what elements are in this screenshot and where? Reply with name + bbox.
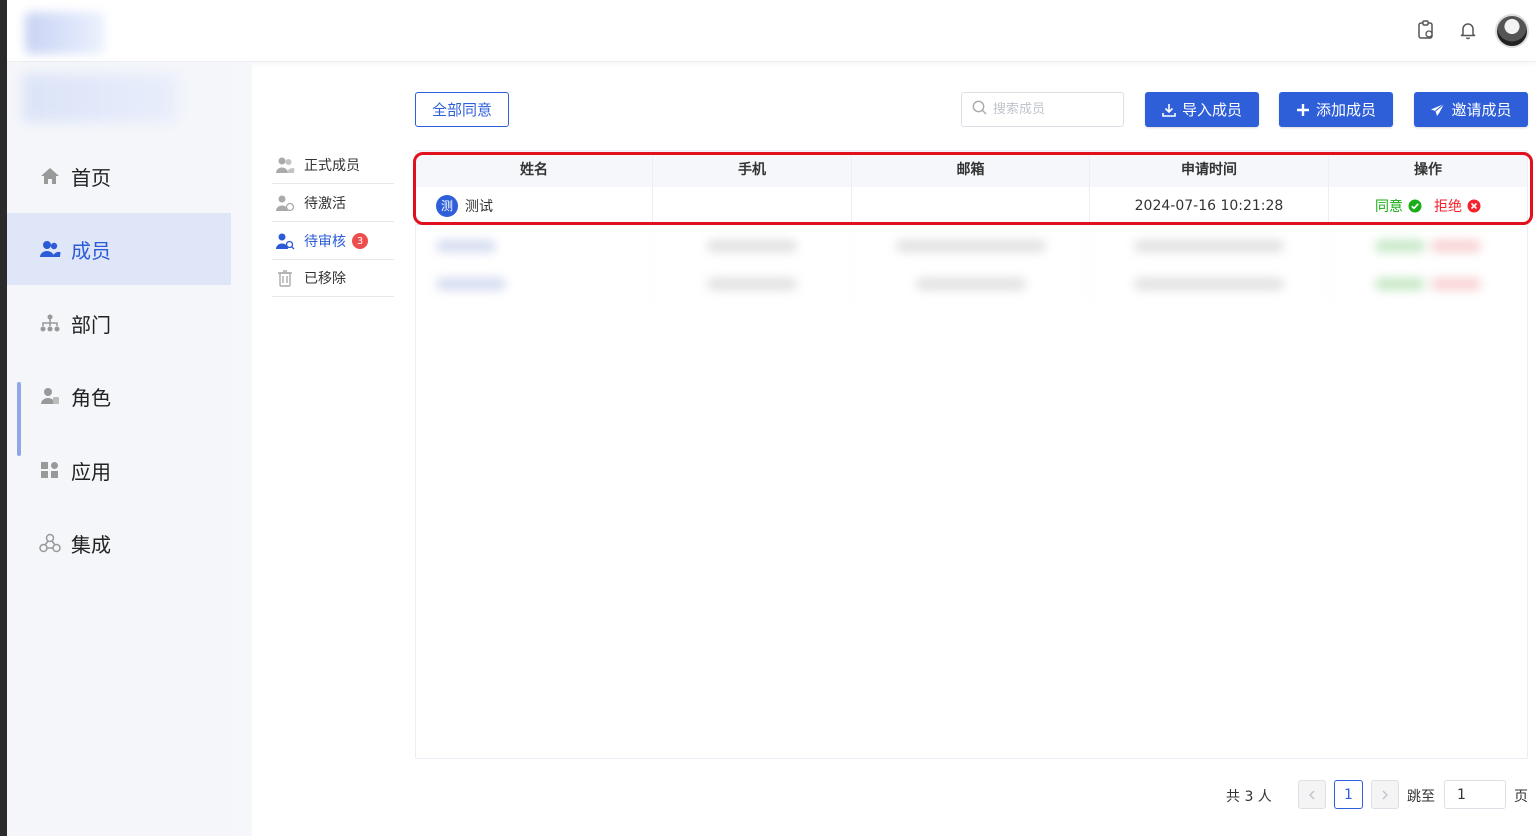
cell-phone [653, 187, 852, 224]
cell-blurred [1090, 227, 1329, 265]
org-name-blurred [23, 74, 177, 122]
org-tree-icon [39, 312, 61, 334]
sidebar-item-label: 成员 [71, 238, 111, 263]
apps-icon [39, 459, 61, 481]
cell-blurred [1329, 227, 1527, 265]
users-icon [39, 238, 61, 260]
user-clock-icon [274, 192, 296, 214]
import-members-label: 导入成员 [1181, 101, 1242, 119]
submenu-label: 待审核 [304, 234, 346, 250]
table-row-blurred [416, 265, 1527, 303]
user-search-icon [274, 230, 296, 252]
top-bar [7, 0, 1536, 62]
submenu-label: 正式成员 [304, 158, 360, 174]
add-member-label: 添加成员 [1315, 101, 1376, 119]
user-avatar[interactable] [1495, 14, 1529, 48]
submenu-item-pending-review[interactable]: 待审核 3 [272, 223, 394, 260]
cell-blurred [1090, 265, 1329, 303]
column-header-apply-time[interactable]: 申请时间 [1090, 151, 1329, 187]
cell-blurred [416, 227, 653, 265]
cell-blurred [653, 227, 852, 265]
agree-label: 同意 [1375, 198, 1403, 215]
submenu-label: 待激活 [304, 196, 346, 212]
trash-icon [274, 267, 296, 289]
chevron-right-icon [1382, 790, 1388, 799]
sidebar-item-members[interactable]: 成员 [7, 213, 231, 285]
jump-label: 跳至 [1407, 789, 1435, 805]
table-header: 姓名 手机 邮箱 申请时间 操作 [416, 151, 1527, 187]
role-icon [39, 385, 61, 407]
cell-blurred [653, 265, 852, 303]
add-member-button[interactable]: 添加成员 [1279, 92, 1393, 127]
cell-blurred [416, 265, 653, 303]
logo [25, 12, 105, 54]
prev-page-button[interactable] [1298, 780, 1326, 809]
integration-icon [39, 532, 61, 554]
sidebar-item-integration[interactable]: 集成 [7, 507, 231, 579]
cell-apply-time: 2024-07-16 10:21:28 [1090, 187, 1329, 224]
page-suffix-label: 页 [1514, 789, 1528, 805]
invite-member-label: 邀请成员 [1451, 101, 1512, 119]
close-circle-icon [1467, 199, 1481, 213]
cell-blurred [1329, 265, 1527, 303]
cell-blurred [852, 227, 1090, 265]
submenu-item-formal-members[interactable]: 正式成员 [272, 147, 394, 184]
home-icon [39, 165, 61, 187]
download-icon [1162, 103, 1176, 117]
sidebar-item-label: 首页 [71, 165, 111, 190]
member-name: 测试 [465, 198, 493, 215]
pagination-total: 共 3 人 [1226, 789, 1272, 805]
column-header-phone[interactable]: 手机 [653, 151, 852, 187]
table-row-blurred [416, 227, 1527, 265]
sidebar-item-label: 角色 [71, 385, 111, 410]
submenu-label: 已移除 [304, 271, 346, 287]
sidebar-scrollbar[interactable] [17, 382, 21, 456]
submenu-item-removed[interactable]: 已移除 [272, 260, 394, 297]
cell-actions: 同意 拒绝 [1329, 187, 1527, 224]
search-input[interactable] [993, 102, 1113, 117]
sidebar-item-roles[interactable]: 角色 [7, 360, 231, 432]
cell-blurred [852, 265, 1090, 303]
plus-icon [1296, 103, 1310, 117]
check-circle-icon [1408, 199, 1422, 213]
clipboard-icon[interactable] [1417, 20, 1437, 40]
column-header-actions[interactable]: 操作 [1329, 151, 1527, 187]
submenu-item-pending-activation[interactable]: 待激活 [272, 185, 394, 222]
sidebar-item-home[interactable]: 首页 [7, 140, 231, 212]
approve-all-button[interactable]: 全部同意 [415, 92, 509, 127]
sidebar-item-label: 部门 [71, 312, 111, 337]
sidebar-item-label: 应用 [71, 459, 111, 484]
jump-page-input[interactable] [1444, 780, 1506, 809]
chevron-left-icon [1309, 790, 1315, 799]
sidebar-item-apps[interactable]: 应用 [7, 434, 231, 506]
next-page-button[interactable] [1371, 780, 1399, 809]
search-box [961, 92, 1124, 127]
bell-icon[interactable] [1459, 20, 1479, 40]
sidebar-item-label: 集成 [71, 532, 111, 557]
sidebar: 首页 成员 部门 角色 应用 集成 [7, 62, 231, 836]
members-table: 姓名 手机 邮箱 申请时间 操作 测 测试 2024-07-16 10:21:2… [415, 150, 1528, 759]
table-row: 测 测试 2024-07-16 10:21:28 同意 拒绝 [416, 187, 1527, 225]
import-members-button[interactable]: 导入成员 [1145, 92, 1259, 127]
reject-label: 拒绝 [1434, 198, 1462, 215]
send-icon [1430, 103, 1445, 117]
pending-count-badge: 3 [352, 233, 368, 249]
window-edge [0, 0, 7, 836]
page-number-button[interactable]: 1 [1334, 780, 1363, 809]
sidebar-item-departments[interactable]: 部门 [7, 287, 231, 359]
column-header-name[interactable]: 姓名 [416, 151, 653, 187]
sidebar-gutter [231, 62, 252, 836]
cell-email [852, 187, 1090, 224]
search-icon [972, 100, 987, 119]
agree-button[interactable]: 同意 [1375, 196, 1422, 216]
reject-button[interactable]: 拒绝 [1434, 196, 1481, 216]
cell-name: 测 测试 [416, 187, 653, 224]
avatar: 测 [436, 194, 458, 217]
invite-member-button[interactable]: 邀请成员 [1414, 92, 1528, 127]
column-header-email[interactable]: 邮箱 [852, 151, 1090, 187]
users-icon [274, 154, 296, 176]
